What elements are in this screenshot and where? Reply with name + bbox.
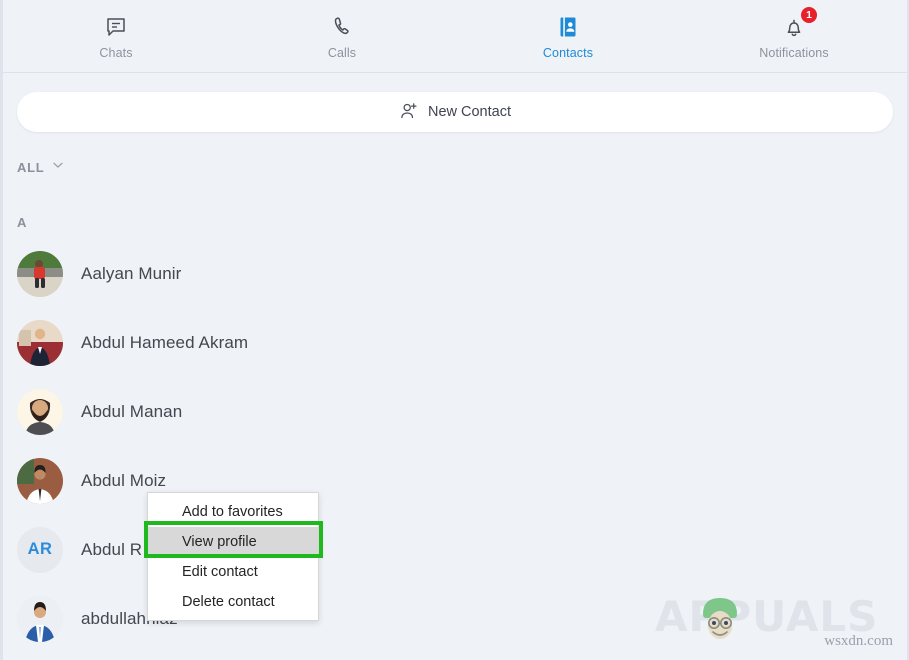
new-contact-button[interactable]: New Contact (17, 92, 893, 132)
phone-handset-icon (330, 14, 354, 40)
context-menu-item-view-profile[interactable]: View profile (148, 527, 318, 557)
context-menu-item-edit-contact[interactable]: Edit contact (148, 557, 318, 587)
section-header-letter: A (3, 205, 907, 239)
nav-tab-notifications[interactable]: 1 Notifications (681, 0, 907, 73)
contacts-app-window: Chats Calls Contacts (0, 0, 909, 660)
top-navigation-bar: Chats Calls Contacts (3, 0, 907, 73)
context-menu-item-add-to-favorites[interactable]: Add to favorites (148, 497, 318, 527)
chevron-down-icon (51, 158, 65, 177)
contacts-filter-dropdown[interactable]: ALL (17, 158, 65, 177)
contact-name: Abdul Hameed Akram (81, 333, 248, 353)
nav-tab-calls-label: Calls (328, 47, 356, 60)
context-menu-item-delete-contact[interactable]: Delete contact (148, 587, 318, 617)
contact-list-item[interactable]: Abdul Moiz (3, 446, 907, 515)
nav-tab-contacts[interactable]: Contacts (455, 0, 681, 73)
contact-list-item[interactable]: Abdul Hameed Akram (3, 308, 907, 377)
new-contact-button-container: New Contact (17, 92, 893, 132)
contact-name: Aalyan Munir (81, 264, 181, 284)
avatar (17, 320, 63, 366)
contact-name: Abdul R (81, 540, 142, 560)
avatar-initials: AR (17, 527, 63, 573)
notifications-badge: 1 (801, 7, 817, 23)
contact-list-item[interactable]: Abdul Manan (3, 377, 907, 446)
nav-tab-calls[interactable]: Calls (229, 0, 455, 73)
chat-bubble-icon (104, 14, 128, 40)
avatar (17, 458, 63, 504)
avatar (17, 251, 63, 297)
contacts-filter-label: ALL (17, 160, 44, 175)
contacts-list[interactable]: A Aalyan Munir (3, 205, 907, 660)
nav-tab-contacts-label: Contacts (543, 47, 593, 60)
contact-list-item[interactable]: AR Abdul R (3, 515, 907, 584)
contact-card-icon (556, 14, 580, 40)
contact-context-menu[interactable]: Add to favorites View profile Edit conta… (147, 492, 319, 621)
contact-list-item[interactable]: Aalyan Munir (3, 239, 907, 308)
contact-name: Abdul Moiz (81, 471, 166, 491)
nav-tab-notifications-label: Notifications (759, 47, 828, 60)
new-contact-label: New Contact (428, 105, 511, 120)
nav-tab-chats-label: Chats (99, 47, 132, 60)
nav-tab-chats[interactable]: Chats (3, 0, 229, 73)
add-person-icon (399, 101, 419, 124)
avatar (17, 389, 63, 435)
contact-name: Abdul Manan (81, 402, 182, 422)
contact-list-item[interactable]: abdullahniaz (3, 584, 907, 653)
bell-icon: 1 (782, 14, 806, 40)
avatar (17, 596, 63, 642)
